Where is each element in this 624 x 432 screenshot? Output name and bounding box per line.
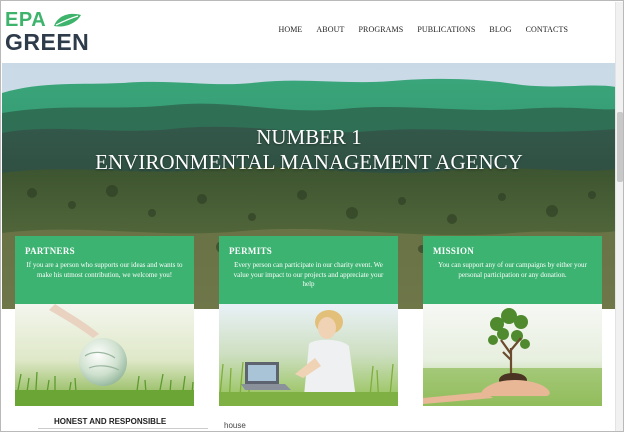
card-image-tree [423,304,602,406]
card-image-laptop [219,304,398,406]
divider [38,428,208,429]
logo[interactable]: EPA GREEN [5,9,90,55]
logo-text-top: EPA [5,9,47,31]
card-text: If you are a person who supports our ide… [26,261,183,279]
main-nav: HOME ABOUT PROGRAMS PUBLICATIONS BLOG CO… [271,25,575,34]
card-image-globe [15,304,194,406]
nav-home[interactable]: HOME [271,25,309,34]
nav-publications[interactable]: PUBLICATIONS [410,25,482,34]
hero-title: NUMBER 1 ENVIRONMENTAL MANAGEMENT AGENCY [2,125,616,175]
card-mission[interactable]: MISSION You can support any of our campa… [423,236,602,406]
footer-heading: HONEST AND RESPONSIBLE [54,417,167,426]
leaf-icon [54,13,81,27]
footer-strip: HONEST AND RESPONSIBLE house [2,409,616,431]
browser-window: EPA GREEN HOME ABOUT PROGRAMS PUBLICATIO… [0,0,624,432]
card-header: PERMITS Every person can participate in … [219,236,398,304]
hero-title-line1: NUMBER 1 [256,125,362,149]
hero-title-line2: ENVIRONMENTAL MANAGEMENT AGENCY [95,150,523,174]
nav-contacts[interactable]: CONTACTS [519,25,575,34]
card-title: PARTNERS [25,246,75,256]
card-text: You can support any of our campaigns by … [438,261,587,279]
vertical-scrollbar[interactable] [615,2,623,431]
card-title: MISSION [433,246,475,256]
card-text: Every person can participate in our char… [233,261,384,288]
site-header: EPA GREEN HOME ABOUT PROGRAMS PUBLICATIO… [2,2,616,63]
card-permits[interactable]: PERMITS Every person can participate in … [219,236,398,406]
logo-text-bottom: GREEN [5,29,90,55]
footer-text: house [224,421,246,430]
scrollbar-thumb[interactable] [617,112,623,182]
card-title: PERMITS [229,246,273,256]
nav-blog[interactable]: BLOG [482,25,518,34]
nav-programs[interactable]: PROGRAMS [351,25,410,34]
card-header: PARTNERS If you are a person who support… [15,236,194,304]
card-header: MISSION You can support any of our campa… [423,236,602,304]
nav-about[interactable]: ABOUT [309,25,351,34]
card-partners[interactable]: PARTNERS If you are a person who support… [15,236,194,406]
